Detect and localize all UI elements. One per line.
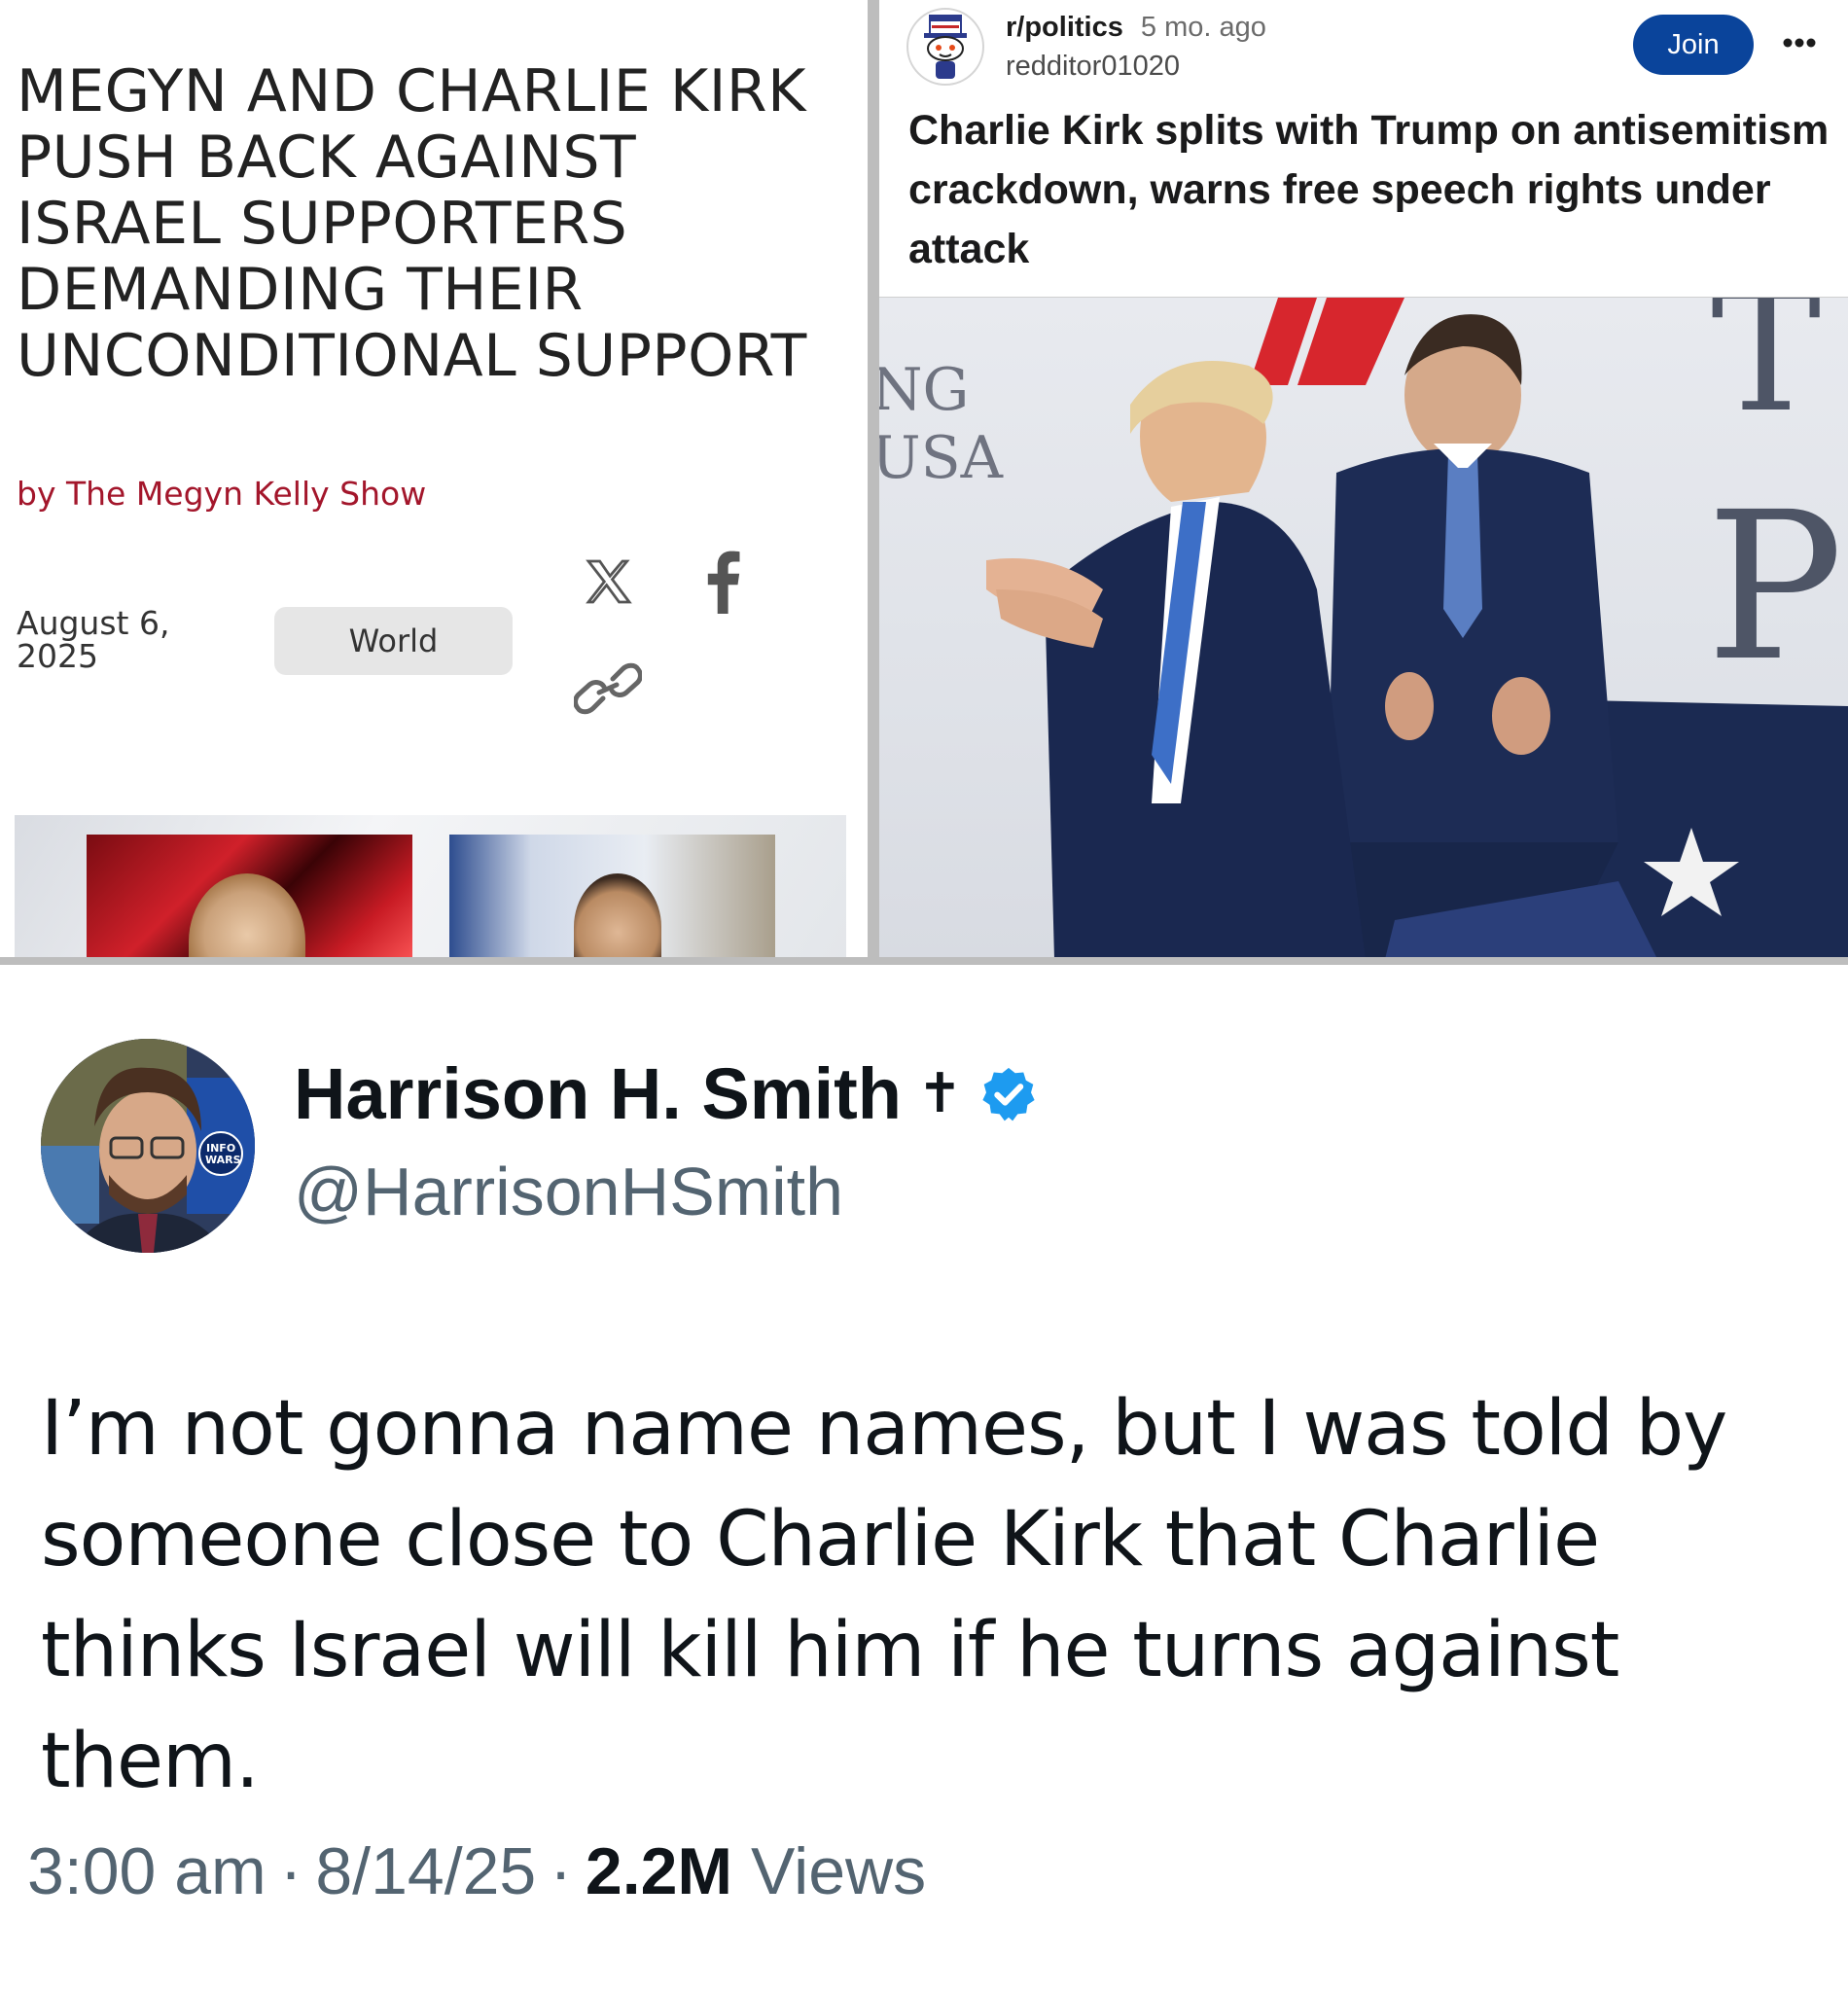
svg-text:T: T <box>1711 298 1821 449</box>
article-headline[interactable]: MEGYN AND CHARLIE KIRK PUSH BACK AGAINST… <box>17 58 853 389</box>
post-image[interactable]: NG USA T P <box>879 297 1848 957</box>
tweet-body: I’m not gonna name names, but I was told… <box>41 1385 1727 1805</box>
panel-divider <box>0 957 1848 965</box>
author-display-name[interactable]: Harrison H. Smith <box>294 1052 902 1135</box>
views-label: Views <box>751 1834 927 1908</box>
separator: · <box>279 1834 302 1908</box>
article-date: August 6, 2025 <box>17 604 170 675</box>
svg-text:NG: NG <box>879 356 969 424</box>
cross-icon: ✝ <box>917 1062 963 1125</box>
post-meta: r/politics 5 mo. ago redditor01020 <box>1006 8 1266 86</box>
article-byline[interactable]: by The Megyn Kelly Show <box>17 475 426 513</box>
x-share-icon[interactable] <box>582 554 636 609</box>
related-thumbnail-1[interactable] <box>87 835 412 957</box>
subreddit-link[interactable]: r/politics <box>1006 12 1123 43</box>
copy-link-icon[interactable] <box>574 659 642 718</box>
post-age: 5 mo. ago <box>1140 12 1266 43</box>
svg-text:WARS: WARS <box>205 1154 241 1166</box>
tweet-meta: 3:00 am · 8/14/25 · 2.2M Views <box>27 1833 926 1909</box>
separator: · <box>550 1834 572 1908</box>
uncle-sam-snoo-icon <box>924 15 967 79</box>
verified-badge-icon[interactable] <box>978 1064 1039 1124</box>
category-tag[interactable]: World <box>274 607 513 675</box>
post-author[interactable]: redditor01020 <box>1006 47 1266 86</box>
rally-photo: NG USA T P <box>879 298 1848 957</box>
view-count[interactable]: 2.2M <box>586 1834 732 1908</box>
subreddit-avatar[interactable] <box>906 8 984 86</box>
svg-text:USA: USA <box>879 424 1004 492</box>
article-card: MEGYN AND CHARLIE KIRK PUSH BACK AGAINST… <box>0 0 868 957</box>
post-title[interactable]: Charlie Kirk splits with Trump on antise… <box>908 101 1842 279</box>
more-options-icon[interactable] <box>1782 37 1817 49</box>
svg-text:P: P <box>1706 468 1843 706</box>
thumbnail-portrait <box>189 873 305 957</box>
thumbnail-portrait <box>574 873 661 957</box>
panel-divider <box>868 0 879 957</box>
related-thumbnail-2[interactable] <box>449 835 775 957</box>
tweet-time[interactable]: 3:00 am <box>27 1834 267 1908</box>
tweet-date[interactable]: 8/14/25 <box>315 1834 536 1908</box>
author-name-row: Harrison H. Smith ✝ <box>294 1052 1039 1135</box>
reddit-post: r/politics 5 mo. ago redditor01020 Join … <box>879 0 1848 957</box>
author-handle[interactable]: @HarrisonHSmith <box>294 1153 843 1230</box>
facebook-share-icon[interactable] <box>702 550 741 614</box>
tweet-card: INFO WARS Harrison H. Smith ✝ @HarrisonH… <box>0 965 1848 1992</box>
related-thumbnails <box>15 815 846 957</box>
author-avatar[interactable]: INFO WARS <box>41 1039 255 1253</box>
author-photo: INFO WARS <box>41 1039 255 1253</box>
join-button[interactable]: Join <box>1633 15 1754 75</box>
